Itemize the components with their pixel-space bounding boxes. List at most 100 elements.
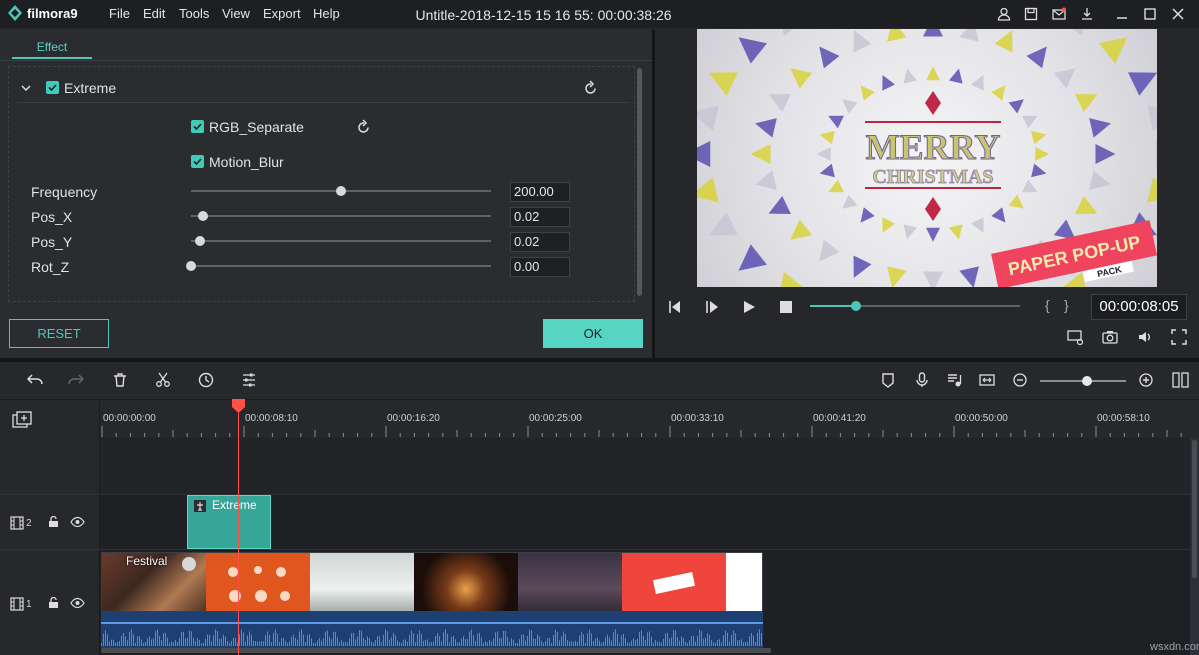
frequency-slider-handle[interactable] xyxy=(336,186,346,196)
ruler-label: 00:00:58:10 xyxy=(1097,413,1150,424)
fit-timeline-icon[interactable] xyxy=(979,372,995,388)
download-icon[interactable] xyxy=(1080,7,1094,21)
playhead-line[interactable] xyxy=(238,410,239,655)
extreme-checkbox[interactable] xyxy=(46,81,59,94)
delete-icon[interactable] xyxy=(112,372,128,388)
preview-title-line2: CHRISTMAS xyxy=(872,166,993,188)
mark-in-icon[interactable]: { xyxy=(1045,297,1050,313)
duration-icon[interactable] xyxy=(198,372,214,388)
snapshot-icon[interactable] xyxy=(1102,329,1118,345)
reset-button[interactable]: RESET xyxy=(9,319,109,348)
ruler-label: 00:00:25:00 xyxy=(529,413,582,424)
ruler-label: 00:00:50:00 xyxy=(955,413,1008,424)
volume-icon[interactable] xyxy=(1137,329,1153,345)
document-title: Untitle-2018-12-15 15 16 55: 00:00:38:26 xyxy=(0,7,1087,23)
ruler-label: 00:00:08:10 xyxy=(245,413,298,424)
divider xyxy=(0,60,652,61)
frequency-label: Frequency xyxy=(31,184,97,200)
timeline-vertical-scroll-thumb[interactable] xyxy=(1192,440,1197,578)
add-track-icon[interactable] xyxy=(12,411,32,429)
pos-y-label: Pos_Y xyxy=(31,234,72,250)
microphone-icon[interactable] xyxy=(914,372,930,388)
preview-artwork: MERRY CHRISTMAS PAPER POP-UP PACK xyxy=(697,29,1157,287)
pos-y-slider-handle[interactable] xyxy=(195,236,205,246)
frequency-value-field[interactable]: 200.00 xyxy=(510,182,570,202)
reset-effect-icon[interactable] xyxy=(584,80,598,95)
play-icon[interactable] xyxy=(741,299,757,315)
close-icon[interactable] xyxy=(1171,7,1185,21)
effect-clip-icon xyxy=(194,500,206,512)
redo-icon[interactable] xyxy=(68,372,84,388)
watermark: wsxdn.com xyxy=(1150,641,1199,653)
thumbnail-art xyxy=(213,558,303,608)
stop-icon[interactable] xyxy=(778,299,794,315)
pos-x-slider[interactable] xyxy=(191,215,491,217)
lock-icon[interactable] xyxy=(48,597,59,609)
video-clip[interactable]: Festival xyxy=(101,552,763,612)
rot-z-label: Rot_Z xyxy=(31,259,69,275)
video-clip-label: Festival xyxy=(126,554,167,568)
preview-timecode: 00:00:08:05 xyxy=(1091,294,1187,320)
previous-frame-icon[interactable] xyxy=(667,299,683,315)
minimize-icon[interactable] xyxy=(1115,7,1129,21)
mark-out-icon[interactable]: } xyxy=(1064,297,1069,313)
pos-y-value-field[interactable]: 0.02 xyxy=(510,232,570,252)
effect-panel-scrollbar[interactable] xyxy=(637,68,642,296)
audio-mixer-icon[interactable] xyxy=(946,372,962,388)
empty-track-area xyxy=(100,438,1190,494)
eye-icon[interactable] xyxy=(70,516,85,528)
effect-clip[interactable]: Extreme xyxy=(187,495,271,549)
account-icon[interactable] xyxy=(997,7,1011,21)
ruler-label: 00:00:41:20 xyxy=(813,413,866,424)
cut-icon[interactable] xyxy=(155,372,171,388)
reset-rgb-icon[interactable] xyxy=(357,119,371,134)
pos-y-slider[interactable] xyxy=(191,240,491,242)
lock-icon[interactable] xyxy=(48,516,59,528)
ruler-label: 00:00:00:00 xyxy=(103,413,156,424)
pos-x-label: Pos_X xyxy=(31,209,72,225)
fullscreen-icon[interactable] xyxy=(1171,329,1187,345)
maximize-icon[interactable] xyxy=(1143,7,1157,21)
video-track-icon xyxy=(10,597,24,611)
audio-waveform[interactable] xyxy=(101,612,763,648)
mail-icon[interactable] xyxy=(1052,7,1066,21)
undo-icon[interactable] xyxy=(27,372,43,388)
video-track-icon xyxy=(10,516,24,530)
chevron-down-icon[interactable] xyxy=(20,82,32,94)
next-frame-icon[interactable] xyxy=(704,299,720,315)
check-icon xyxy=(193,157,202,166)
preview-video-frame: MERRY CHRISTMAS PAPER POP-UP PACK xyxy=(697,29,1157,287)
clip-thumbnail xyxy=(414,553,518,612)
rot-z-value-field[interactable]: 0.00 xyxy=(510,257,570,277)
eye-icon[interactable] xyxy=(70,597,85,609)
timeline-horizontal-scrollbar[interactable] xyxy=(101,648,771,653)
effect-group-label: Extreme xyxy=(64,80,116,96)
rot-z-slider[interactable] xyxy=(191,265,491,267)
track-number: 2 xyxy=(26,518,32,529)
panel-toggle-icon[interactable] xyxy=(1172,372,1190,388)
clip-thumbnail xyxy=(206,553,310,612)
zoom-out-icon[interactable] xyxy=(1012,372,1028,388)
thumbnail-art xyxy=(653,572,695,594)
waveform-graphic xyxy=(101,612,763,648)
marker-icon[interactable] xyxy=(880,372,896,388)
clip-thumbnail xyxy=(622,553,726,612)
check-icon xyxy=(193,122,202,131)
ok-button[interactable]: OK xyxy=(543,319,643,348)
playhead-handle-icon[interactable] xyxy=(231,399,246,414)
preview-title-line1: MERRY xyxy=(866,127,1001,167)
display-settings-icon[interactable] xyxy=(1067,329,1083,345)
clip-thumbnail xyxy=(518,553,622,612)
motion-blur-checkbox[interactable] xyxy=(191,155,204,168)
tab-effect[interactable]: Effect xyxy=(12,37,92,59)
pos-x-slider-handle[interactable] xyxy=(198,211,208,221)
zoom-in-icon[interactable] xyxy=(1138,372,1154,388)
rgb-separate-checkbox[interactable] xyxy=(191,120,204,133)
divider xyxy=(17,102,629,103)
ruler-label: 00:00:33:10 xyxy=(671,413,724,424)
save-icon[interactable] xyxy=(1024,7,1038,21)
check-icon xyxy=(48,83,57,92)
adjust-icon[interactable] xyxy=(241,372,257,388)
rot-z-slider-handle[interactable] xyxy=(186,261,196,271)
pos-x-value-field[interactable]: 0.02 xyxy=(510,207,570,227)
